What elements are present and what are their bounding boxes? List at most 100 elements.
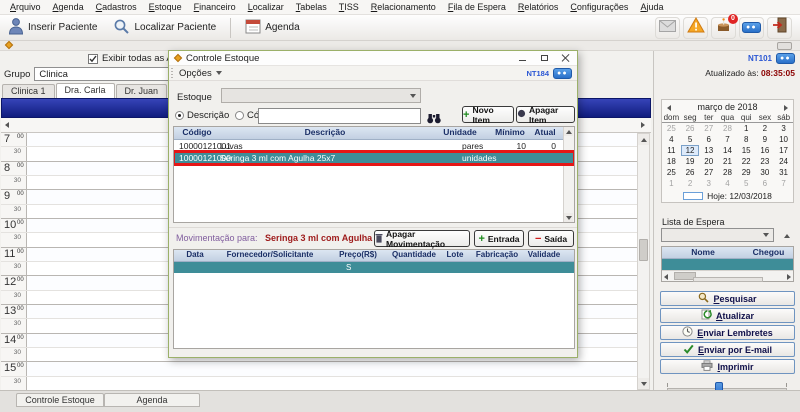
scroll-down-icon[interactable]: [638, 378, 649, 389]
calendar-prev-icon[interactable]: [667, 105, 671, 111]
calendar-day-2[interactable]: 2: [681, 178, 700, 189]
radio-descricao[interactable]: [175, 111, 184, 120]
scroll-up-icon[interactable]: [564, 127, 573, 136]
calendar-day-13[interactable]: 13: [699, 145, 718, 156]
calendar-day-23[interactable]: 23: [756, 156, 775, 167]
scroll-up-icon[interactable]: [638, 134, 649, 145]
calendar-day-27[interactable]: 27: [699, 123, 718, 134]
calendar-day-26[interactable]: 26: [681, 167, 700, 178]
alert-button[interactable]: [683, 17, 708, 39]
calendar-day-11[interactable]: 11: [662, 145, 681, 156]
menu-item-financeiro[interactable]: Financeiro: [188, 2, 242, 12]
exit-button[interactable]: [767, 17, 792, 39]
menu-item-cadastros[interactable]: Cadastros: [90, 2, 143, 12]
calendar-day-25[interactable]: 25: [662, 167, 681, 178]
calendar-day-19[interactable]: 19: [681, 156, 700, 167]
calendar-today-row[interactable]: Hoje: 12/03/2018: [662, 191, 793, 201]
calendar-day-12[interactable]: 12: [681, 145, 700, 156]
agenda-button[interactable]: Agenda: [237, 16, 307, 39]
scroll-left-icon[interactable]: [5, 122, 9, 128]
waitlist-column-nome[interactable]: Nome: [662, 247, 744, 258]
movement-column-fornecedorsolicitante[interactable]: Fornecedor/Solicitante: [216, 250, 324, 261]
calendar-day-21[interactable]: 21: [718, 156, 737, 167]
search-input[interactable]: [258, 108, 421, 124]
calendar-day-31[interactable]: 31: [774, 167, 793, 178]
movement-column-data[interactable]: Data: [174, 250, 216, 261]
calendar-day-8[interactable]: 8: [737, 134, 756, 145]
birthdays-button[interactable]: 0: [711, 17, 736, 39]
waitlist-selected-row[interactable]: [662, 259, 793, 270]
messenger-icon[interactable]: [553, 68, 572, 79]
stock-row-10000121001[interactable]: 10000121001Luvaspares100: [174, 140, 574, 152]
calendar-day-26[interactable]: 26: [681, 123, 700, 134]
messenger-button[interactable]: [739, 17, 764, 39]
taskbar-tab-agenda[interactable]: Agenda: [104, 393, 200, 407]
waitlist-column-chegou[interactable]: Chegou: [744, 247, 793, 258]
calendar-day-27[interactable]: 27: [699, 167, 718, 178]
tab-clinica-1[interactable]: Clinica 1: [2, 84, 55, 98]
exit-movement-button[interactable]: − Saída: [528, 230, 574, 247]
menu-item-relatorios[interactable]: Relatórios: [512, 2, 565, 12]
scroll-left-icon[interactable]: [664, 274, 668, 280]
agenda-slot[interactable]: [27, 377, 637, 390]
calendar-day-3[interactable]: 3: [699, 178, 718, 189]
calendar-day-24[interactable]: 24: [774, 156, 793, 167]
stock-column-unidade[interactable]: Unidade: [430, 127, 490, 139]
calendar-day-4[interactable]: 4: [662, 134, 681, 145]
movement-column-precor[interactable]: Preço(R$): [324, 250, 392, 261]
calendar-day-28[interactable]: 28: [718, 123, 737, 134]
mail-button[interactable]: [655, 17, 680, 39]
scrollbar-thumb[interactable]: [639, 239, 648, 261]
messenger-icon[interactable]: [776, 53, 795, 64]
stock-column-codigo[interactable]: Código: [174, 127, 220, 139]
time-row-1500[interactable]: 1500: [1, 362, 637, 376]
waitlist-select[interactable]: [661, 228, 774, 242]
menu-item-arquivo[interactable]: Arquivo: [4, 2, 47, 12]
menu-item-estoque[interactable]: Estoque: [143, 2, 188, 12]
stock-row-10000121000[interactable]: 10000121000Seringa 3 ml com Agulha 25x7u…: [174, 152, 574, 164]
scroll-right-icon[interactable]: [641, 122, 645, 128]
calendar-day-9[interactable]: 9: [756, 134, 775, 145]
stock-column-descricao[interactable]: Descrição: [220, 127, 430, 139]
calendar-day-18[interactable]: 18: [662, 156, 681, 167]
options-menu[interactable]: Opções: [179, 68, 212, 79]
calendar-next-icon[interactable]: [784, 105, 788, 111]
agenda-vertical-scrollbar[interactable]: [637, 133, 650, 390]
estoque-select[interactable]: [221, 88, 421, 103]
pesquisar-button[interactable]: Pesquisar: [660, 291, 795, 306]
movement-column-quantidade[interactable]: Quantidade: [392, 250, 436, 261]
delete-item-button[interactable]: Apagar Item: [516, 106, 575, 123]
calendar-day-6[interactable]: 6: [756, 178, 775, 189]
minimize-button[interactable]: [511, 51, 533, 65]
menu-item-configuracoes[interactable]: Configurações: [564, 2, 634, 12]
movement-column-lote[interactable]: Lote: [436, 250, 474, 261]
taskbar-tab-controle-estoque[interactable]: Controle Estoque: [16, 393, 104, 407]
calendar-day-28[interactable]: 28: [718, 167, 737, 178]
window-list-icon[interactable]: [777, 42, 792, 50]
calendar-day-22[interactable]: 22: [737, 156, 756, 167]
calendar-day-7[interactable]: 7: [718, 134, 737, 145]
menu-item-tiss[interactable]: TISS: [333, 2, 365, 12]
tab-dra-carla[interactable]: Dra. Carla: [56, 83, 115, 98]
entry-button[interactable]: + Entrada: [474, 230, 524, 247]
new-item-button[interactable]: + Novo Item: [462, 106, 514, 123]
calendar-day-30[interactable]: 30: [756, 167, 775, 178]
radio-codigo[interactable]: [235, 111, 244, 120]
group-select[interactable]: Clinica: [34, 67, 180, 81]
stock-column-minimo[interactable]: Mínimo: [490, 127, 530, 139]
movement-column-validade[interactable]: Validade: [520, 250, 568, 261]
menu-item-relacionamento[interactable]: Relacionamento: [365, 2, 442, 12]
calendar-day-1[interactable]: 1: [737, 123, 756, 134]
panel-splitter[interactable]: [693, 277, 763, 282]
time-row-1530[interactable]: 30: [1, 377, 637, 390]
scroll-down-icon[interactable]: [564, 213, 573, 222]
calendar-day-25[interactable]: 25: [662, 123, 681, 134]
menu-item-tabelas[interactable]: Tabelas: [290, 2, 333, 12]
calendar-day-6[interactable]: 6: [699, 134, 718, 145]
dialog-title-bar[interactable]: Controle Estoque: [169, 51, 577, 66]
menu-item-localizar[interactable]: Localizar: [242, 2, 290, 12]
calendar-day-20[interactable]: 20: [699, 156, 718, 167]
scroll-right-icon[interactable]: [787, 274, 791, 280]
tab-dr-juan[interactable]: Dr. Juan: [116, 84, 168, 98]
menu-item-ajuda[interactable]: Ajuda: [634, 2, 669, 12]
